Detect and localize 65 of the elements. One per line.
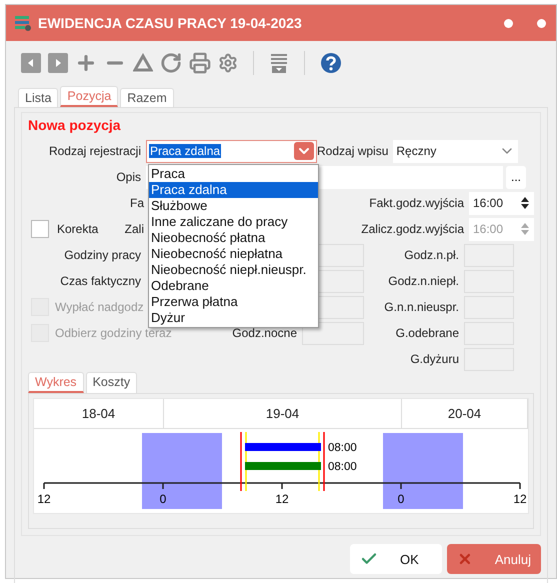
date-header: 19-04 bbox=[164, 399, 402, 428]
dropdown-option[interactable]: Nieobecność niepł.nieuspr. bbox=[149, 262, 318, 278]
bar-label: 08:00 bbox=[328, 442, 357, 454]
window-title: EWIDENCJA CZASU PRACY 19-04-2023 bbox=[38, 15, 303, 31]
previous-icon[interactable] bbox=[21, 53, 41, 73]
ok-button[interactable]: OK bbox=[350, 544, 442, 574]
axis-tick-label: 0 bbox=[398, 492, 404, 506]
field-label: Godziny pracy bbox=[63, 248, 142, 262]
field-label: G.dyżuru bbox=[409, 352, 460, 366]
field-label: Godz.nocne bbox=[232, 326, 298, 340]
next-icon[interactable] bbox=[48, 53, 68, 73]
field-label: Godz.n.niepł. bbox=[387, 274, 460, 288]
bar-label: 08:00 bbox=[328, 461, 357, 473]
axis-tick-label: 0 bbox=[160, 492, 166, 506]
axis-tick-label: 12 bbox=[513, 492, 527, 506]
dropdown-option[interactable]: Przerwa płatna bbox=[149, 294, 318, 310]
field-label: Rodzaj rejestracji bbox=[48, 144, 142, 158]
dropdown-option[interactable]: Nieobecność płatna bbox=[149, 230, 318, 246]
dropdown-option[interactable]: Służbowe bbox=[149, 198, 318, 214]
dropdown-option[interactable]: Praca bbox=[149, 166, 318, 182]
help-icon[interactable] bbox=[320, 52, 342, 74]
axis-tick-label: 12 bbox=[275, 492, 289, 506]
window-dot-icon[interactable] bbox=[504, 18, 513, 28]
dropdown-option[interactable]: Inne zaliczane do pracy bbox=[149, 214, 318, 230]
browse-button[interactable]: ... bbox=[506, 166, 526, 188]
checkbox-label: Odbierz godziny teraz bbox=[54, 326, 173, 340]
date-header: 20-04 bbox=[402, 399, 528, 428]
axis-tick-label: 12 bbox=[37, 492, 51, 506]
date-header: 18-04 bbox=[34, 399, 164, 428]
settings-icon[interactable] bbox=[218, 53, 238, 73]
hours-field bbox=[302, 322, 364, 344]
tab[interactable]: Koszty bbox=[86, 372, 138, 393]
tab[interactable]: Razem bbox=[120, 88, 174, 107]
tab[interactable]: Lista bbox=[18, 88, 58, 107]
field-label: Czas faktyczny bbox=[59, 274, 142, 288]
checkbox[interactable] bbox=[31, 220, 49, 238]
section-title: Nowa pozycja bbox=[28, 117, 122, 133]
field-label: Zalicz.godz.wyjścia bbox=[361, 222, 465, 236]
checkbox-label: Korekta bbox=[56, 222, 100, 236]
spin-arrows-icon[interactable] bbox=[520, 195, 530, 211]
add-icon[interactable] bbox=[75, 52, 97, 74]
limit-line bbox=[240, 432, 242, 491]
field-label: Zali bbox=[124, 222, 145, 236]
field-label: G.n.n.nieuspr. bbox=[383, 300, 460, 314]
registration-type-combo[interactable]: Praca zdalna bbox=[146, 140, 317, 162]
field-label: Fakt.godz.wyjścia bbox=[369, 196, 465, 210]
field-label: G.odebrane bbox=[394, 326, 460, 340]
entry-type-combo[interactable]: Ręczny bbox=[393, 140, 518, 162]
field-label: Fa bbox=[128, 196, 145, 210]
window-dot-icon[interactable] bbox=[537, 18, 546, 28]
field-label: Opis bbox=[115, 170, 142, 184]
field-label: Rodzaj wpisu bbox=[317, 144, 390, 158]
time-spin-field[interactable]: 16:00 bbox=[469, 192, 534, 214]
dropdown-option[interactable]: Odebrane bbox=[149, 278, 318, 294]
dropdown-option[interactable]: Dyżur bbox=[149, 310, 318, 326]
checkbox-label: Wypłać nadgodz bbox=[54, 300, 145, 314]
triangle-icon[interactable] bbox=[133, 53, 153, 73]
dropdown-option[interactable]: Nieobecność niepłatna bbox=[149, 246, 318, 262]
filter-list-icon[interactable] bbox=[269, 52, 289, 74]
limit-line bbox=[323, 432, 325, 491]
app-logo-icon bbox=[14, 14, 32, 32]
dropdown-option[interactable]: Praca zdalna bbox=[149, 182, 318, 198]
refresh-icon[interactable] bbox=[160, 52, 182, 74]
field-label: Godz.n.pł. bbox=[403, 248, 460, 262]
print-icon[interactable] bbox=[189, 52, 211, 74]
